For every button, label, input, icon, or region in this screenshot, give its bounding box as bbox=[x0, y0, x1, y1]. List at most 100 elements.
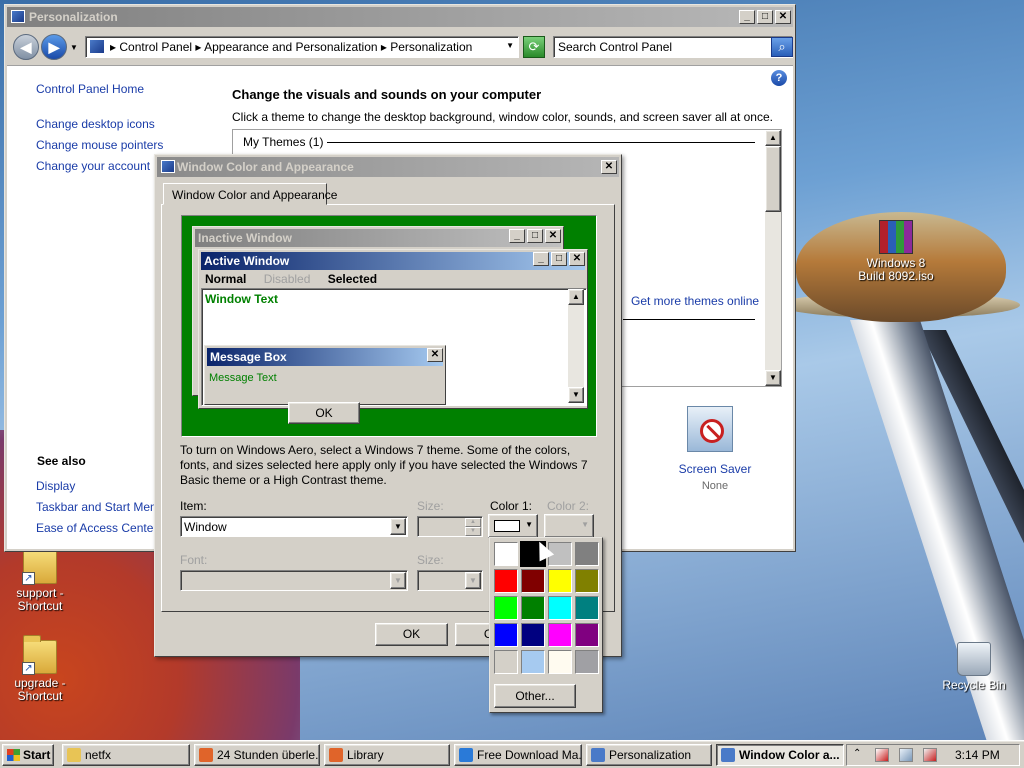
link-control-panel-home[interactable]: Control Panel Home bbox=[36, 82, 144, 96]
link-change-mouse-pointers[interactable]: Change mouse pointers bbox=[36, 138, 163, 152]
color-swatch[interactable] bbox=[521, 569, 545, 593]
color-swatch[interactable] bbox=[548, 596, 572, 620]
desktop-icon-winrar[interactable]: Windows 8 Build 8092.iso bbox=[856, 220, 936, 283]
app-icon bbox=[591, 748, 605, 762]
no-entry-icon bbox=[700, 419, 724, 443]
link-display[interactable]: Display bbox=[36, 479, 75, 493]
my-themes-heading: My Themes (1) bbox=[243, 135, 324, 149]
item-select[interactable]: Window ▼ bbox=[180, 516, 408, 537]
chevron-down-icon: ▼ bbox=[390, 572, 406, 589]
dialog-title: Window Color and Appearance bbox=[177, 160, 354, 174]
preview-scrollbar: ▲ ▼ bbox=[568, 289, 584, 403]
preview-msgbox-text: Message Text bbox=[209, 372, 277, 384]
color-swatch[interactable] bbox=[548, 569, 572, 593]
color-swatch[interactable] bbox=[521, 650, 545, 674]
link-taskbar-start-menu[interactable]: Taskbar and Start Menu bbox=[36, 500, 163, 514]
ok-button[interactable]: OK bbox=[375, 623, 448, 646]
color-swatch[interactable] bbox=[494, 596, 518, 620]
color1-label: Color 1: bbox=[490, 499, 533, 513]
taskbar-button-label: Library bbox=[347, 748, 384, 762]
taskbar-button[interactable]: Window Color a... bbox=[716, 744, 844, 766]
get-more-themes-link[interactable]: Get more themes online bbox=[631, 294, 759, 308]
preview-menu-bar: Normal Disabled Selected bbox=[205, 272, 391, 286]
chevron-down-icon: ▼ bbox=[465, 572, 481, 589]
minimize-icon: _ bbox=[533, 252, 549, 266]
breadcrumb[interactable]: ▸ Control Panel ▸ Appearance and Persona… bbox=[110, 40, 472, 54]
divider bbox=[623, 319, 755, 320]
color-swatch[interactable] bbox=[521, 623, 545, 647]
other-color-button[interactable]: Other... bbox=[494, 684, 576, 708]
app-icon bbox=[67, 748, 81, 762]
preview-message-box: Message Box ✕ Message Text bbox=[204, 345, 446, 405]
taskbar-button[interactable]: Personalization bbox=[586, 744, 712, 766]
taskbar-button[interactable]: 24 Stunden überle... bbox=[194, 744, 320, 766]
folder-icon: ↗ bbox=[22, 635, 57, 675]
taskbar-button[interactable]: netfx bbox=[62, 744, 190, 766]
color-swatch[interactable] bbox=[494, 569, 518, 593]
help-icon[interactable]: ? bbox=[771, 70, 787, 86]
scroll-down-icon[interactable]: ▼ bbox=[765, 370, 781, 386]
chevron-down-icon: ▼ bbox=[525, 520, 533, 529]
search-input[interactable]: Search Control Panel bbox=[553, 36, 793, 58]
theme-scrollbar[interactable]: ▲ ▼ bbox=[765, 130, 781, 386]
font-label: Font: bbox=[180, 553, 208, 567]
volume-muted-icon[interactable] bbox=[923, 748, 937, 762]
address-dropdown-icon[interactable]: ▼ bbox=[506, 41, 514, 50]
color-swatch[interactable] bbox=[575, 623, 599, 647]
color-swatch[interactable] bbox=[575, 650, 599, 674]
color-swatch[interactable] bbox=[548, 650, 572, 674]
maximize-icon: □ bbox=[551, 252, 567, 266]
scroll-up-icon[interactable]: ▲ bbox=[765, 130, 781, 146]
screen-saver-icon[interactable] bbox=[687, 406, 733, 452]
dialog-icon bbox=[161, 160, 175, 173]
dialog-title-bar[interactable]: Window Color and Appearance ✕ bbox=[157, 157, 619, 177]
preview-active-window[interactable]: Active Window _ □ ✕ Normal Disabled Sele… bbox=[198, 249, 588, 409]
control-panel-icon bbox=[90, 40, 104, 53]
maximize-button[interactable]: □ bbox=[757, 10, 773, 24]
menu-selected: Selected bbox=[327, 272, 378, 286]
color-swatch[interactable] bbox=[575, 569, 599, 593]
title-bar[interactable]: Personalization _ □ ✕ bbox=[7, 7, 793, 27]
desktop-icon-support[interactable]: ↗ support - Shortcut bbox=[0, 545, 80, 613]
tray-expand-icon[interactable]: ⌃ bbox=[853, 748, 867, 762]
screen-saver-link[interactable]: Screen Saver bbox=[675, 462, 755, 476]
see-also-heading: See also bbox=[37, 454, 86, 468]
recent-pages-dropdown-icon[interactable]: ▼ bbox=[70, 43, 78, 52]
taskbar-button-label: netfx bbox=[85, 748, 112, 762]
scroll-thumb[interactable] bbox=[765, 146, 781, 212]
tab-window-color[interactable]: Window Color and Appearance bbox=[163, 183, 337, 205]
desktop-icon-upgrade[interactable]: ↗ upgrade - Shortcut bbox=[0, 635, 80, 703]
color1-button[interactable]: ▼ bbox=[488, 514, 538, 538]
color1-swatch bbox=[494, 520, 520, 532]
link-ease-of-access[interactable]: Ease of Access Center bbox=[36, 521, 157, 535]
color-swatch[interactable] bbox=[494, 542, 518, 566]
clock[interactable]: 3:14 PM bbox=[955, 748, 1000, 762]
chevron-down-icon[interactable]: ▼ bbox=[390, 518, 406, 535]
back-button[interactable]: ◀ bbox=[13, 34, 39, 60]
color-swatch[interactable] bbox=[575, 596, 599, 620]
color-swatch[interactable] bbox=[575, 542, 599, 566]
link-change-desktop-icons[interactable]: Change desktop icons bbox=[36, 117, 155, 131]
color-swatch[interactable] bbox=[494, 623, 518, 647]
color-swatch[interactable] bbox=[548, 623, 572, 647]
forward-button[interactable]: ▶ bbox=[41, 34, 67, 60]
taskbar-button[interactable]: Free Download Ma... bbox=[454, 744, 582, 766]
refresh-button[interactable]: ⟳ bbox=[523, 36, 545, 58]
start-button[interactable]: Start bbox=[2, 744, 54, 766]
desktop-icon-recycle-bin[interactable]: Recycle Bin bbox=[934, 642, 1014, 692]
chevron-down-icon: ▼ bbox=[581, 520, 589, 529]
folder-icon: ↗ bbox=[22, 545, 57, 585]
taskbar-button[interactable]: Library bbox=[324, 744, 450, 766]
taskbar: Start netfx 24 Stunden überle... Library Fr… bbox=[0, 740, 1024, 768]
address-box[interactable]: ▸ Control Panel ▸ Appearance and Persona… bbox=[85, 36, 519, 58]
color-swatch[interactable] bbox=[494, 650, 518, 674]
appearance-preview[interactable]: Inactive Window _ □ ✕ Active Window _ □ … bbox=[181, 215, 597, 437]
close-button[interactable]: ✕ bbox=[601, 160, 617, 174]
color-swatch[interactable] bbox=[521, 596, 545, 620]
close-button[interactable]: ✕ bbox=[775, 10, 791, 24]
minimize-button[interactable]: _ bbox=[739, 10, 755, 24]
action-center-icon[interactable] bbox=[899, 748, 913, 762]
system-tray: ⌃ 3:14 PM bbox=[846, 744, 1020, 766]
network-icon[interactable] bbox=[875, 748, 889, 762]
search-icon[interactable]: ⌕ bbox=[771, 37, 793, 57]
